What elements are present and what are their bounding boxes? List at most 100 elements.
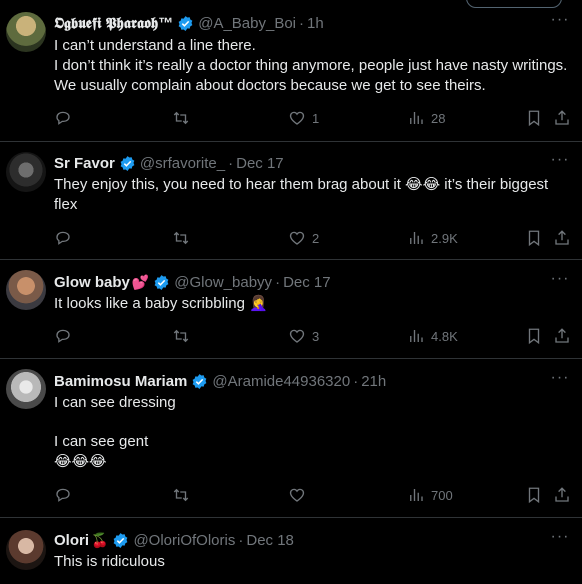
repost-button[interactable] xyxy=(172,108,196,128)
avatar[interactable] xyxy=(6,270,46,310)
name-emoji: 💕 xyxy=(131,273,150,290)
like-button[interactable]: 2 xyxy=(288,228,319,248)
more-icon[interactable]: ··· xyxy=(550,271,570,293)
tweet[interactable]: Sr Favor @srfavorite_ · Dec 17 ··· They … xyxy=(0,142,582,260)
tweet[interactable]: 𝕺𝖌𝖇𝖚𝖊𝖋𝖎 𝕻𝖍𝖆𝖗𝖆𝖔𝖍™ @A_Baby_Boi · 1h ··· I … xyxy=(0,0,582,142)
handle[interactable]: @A_Baby_Boi xyxy=(198,15,296,32)
tweet-header: Glow baby 💕 @Glow_babyy · Dec 17 xyxy=(54,272,542,292)
timestamp[interactable]: Dec 17 xyxy=(283,274,331,291)
separator-dot: · xyxy=(299,14,305,32)
tweet-line: They enjoy this, you need to hear them b… xyxy=(54,176,549,213)
separator-dot: · xyxy=(275,273,281,291)
timestamp[interactable]: 21h xyxy=(361,373,386,390)
tweet-text: This is ridiculous xyxy=(54,552,568,572)
views-count: 700 xyxy=(431,487,453,503)
avatar[interactable] xyxy=(6,152,46,192)
share-button[interactable] xyxy=(553,485,571,505)
display-name[interactable]: Olori xyxy=(54,532,89,549)
verified-badge-icon xyxy=(178,15,193,31)
tweet-header: Sr Favor @srfavorite_ · Dec 17 xyxy=(54,153,542,173)
timestamp[interactable]: Dec 18 xyxy=(246,532,294,549)
action-bar: 2 2.9K xyxy=(54,228,570,248)
tweet-header: Olori 🍒 @OloriOfOloris · Dec 18 xyxy=(54,530,542,550)
views-button[interactable]: 2.9K xyxy=(407,228,458,248)
repost-button[interactable] xyxy=(172,326,196,346)
more-icon[interactable]: ··· xyxy=(550,370,570,392)
tweet-line: I don’t think it’s really a doctor thing… xyxy=(54,57,568,94)
share-button[interactable] xyxy=(553,228,571,248)
bookmark-button[interactable] xyxy=(525,485,543,505)
action-bar: 1 28 xyxy=(54,108,570,128)
repost-icon xyxy=(173,231,189,245)
avatar[interactable] xyxy=(6,369,46,409)
verified-badge-icon xyxy=(193,373,207,389)
tweet-header: 𝕺𝖌𝖇𝖚𝖊𝖋𝖎 𝕻𝖍𝖆𝖗𝖆𝖔𝖍™ @A_Baby_Boi · 1h xyxy=(54,13,542,33)
timestamp[interactable]: Dec 17 xyxy=(236,155,284,172)
handle[interactable]: @srfavorite_ xyxy=(140,155,225,172)
separator-dot: · xyxy=(228,154,234,172)
timestamp[interactable]: 1h xyxy=(307,15,324,32)
more-icon[interactable]: ··· xyxy=(550,152,570,174)
bookmark-button[interactable] xyxy=(525,228,543,248)
views-icon xyxy=(410,489,423,501)
reply-button[interactable] xyxy=(54,326,78,346)
bookmark-icon xyxy=(528,487,540,504)
like-button[interactable] xyxy=(288,485,312,505)
like-button[interactable]: 3 xyxy=(288,326,319,346)
separator-dot: · xyxy=(238,531,244,549)
views-count: 28 xyxy=(431,110,446,126)
repost-icon xyxy=(173,111,189,125)
display-name[interactable]: Sr Favor xyxy=(54,155,115,172)
like-count: 3 xyxy=(312,328,320,344)
tweet-line: It looks like a baby scribbling 🤦‍♀️ xyxy=(54,295,268,312)
views-icon xyxy=(410,112,423,124)
repost-button[interactable] xyxy=(172,485,196,505)
tweet[interactable]: Olori 🍒 @OloriOfOloris · Dec 18 ··· This… xyxy=(0,518,582,584)
repost-icon xyxy=(173,329,189,343)
bookmark-icon xyxy=(528,328,540,345)
more-icon[interactable]: ··· xyxy=(550,12,570,34)
handle[interactable]: @Aramide44936320 xyxy=(212,373,350,390)
avatar[interactable] xyxy=(6,12,46,52)
heart-icon xyxy=(289,231,305,245)
verified-badge-icon xyxy=(154,274,169,290)
display-name[interactable]: Glow baby xyxy=(54,274,130,291)
tweet-header: Bamimosu Mariam @Aramide44936320 · 21h xyxy=(54,371,542,391)
heart-icon xyxy=(289,329,305,343)
views-button[interactable]: 28 xyxy=(407,108,445,128)
like-button[interactable]: 1 xyxy=(288,108,319,128)
reply-button[interactable] xyxy=(54,108,78,128)
tweet-line: I can see dressing xyxy=(54,394,176,411)
views-button[interactable]: 700 xyxy=(407,485,453,505)
separator-dot: · xyxy=(353,372,359,390)
tweet[interactable]: Bamimosu Mariam @Aramide44936320 · 21h ·… xyxy=(0,359,582,518)
repost-icon xyxy=(173,488,189,502)
verified-badge-icon xyxy=(114,532,128,548)
tweet-text: I can see dressing I can see gent 😂😂😂 xyxy=(54,393,568,472)
reply-button[interactable] xyxy=(54,485,78,505)
reply-icon xyxy=(56,111,70,125)
handle[interactable]: @Glow_babyy xyxy=(174,274,272,291)
bookmark-button[interactable] xyxy=(525,108,543,128)
bookmark-button[interactable] xyxy=(525,326,543,346)
more-icon[interactable]: ··· xyxy=(550,529,570,551)
tweet-line: I can’t understand a line there. xyxy=(54,37,256,54)
tweet-line: 😂😂😂 xyxy=(54,453,107,470)
like-count: 1 xyxy=(312,110,320,126)
handle[interactable]: @OloriOfOloris xyxy=(133,532,235,549)
share-button[interactable] xyxy=(553,326,571,346)
tweet-line-blank xyxy=(54,413,568,432)
tweet-text: They enjoy this, you need to hear them b… xyxy=(54,175,568,215)
share-icon xyxy=(555,487,569,502)
heart-icon xyxy=(289,488,305,502)
tweet[interactable]: Glow baby 💕 @Glow_babyy · Dec 17 ··· It … xyxy=(0,260,582,359)
repost-button[interactable] xyxy=(172,228,196,248)
share-icon xyxy=(555,110,569,125)
display-name[interactable]: 𝕺𝖌𝖇𝖚𝖊𝖋𝖎 𝕻𝖍𝖆𝖗𝖆𝖔𝖍™ xyxy=(54,15,173,32)
share-button[interactable] xyxy=(553,108,571,128)
views-count: 4.8K xyxy=(431,328,458,344)
avatar[interactable] xyxy=(6,530,46,570)
reply-button[interactable] xyxy=(54,228,78,248)
views-button[interactable]: 4.8K xyxy=(407,326,458,346)
display-name[interactable]: Bamimosu Mariam xyxy=(54,373,187,390)
